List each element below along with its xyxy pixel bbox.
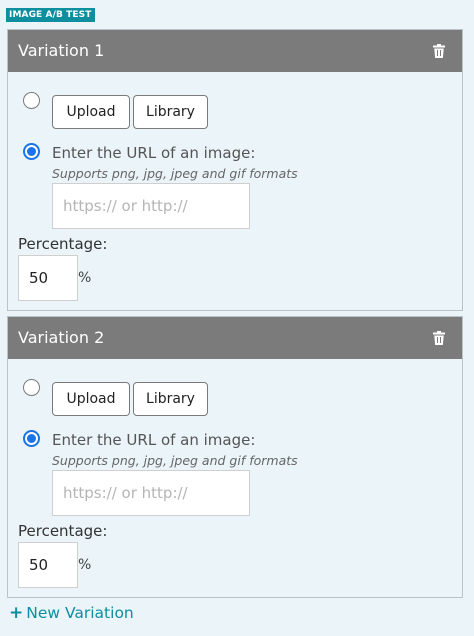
url-format-hint: Supports png, jpg, jpeg and gif formats xyxy=(52,166,298,181)
library-button[interactable]: Library xyxy=(133,95,208,129)
image-url-input[interactable] xyxy=(52,183,250,229)
upload-button[interactable]: Upload xyxy=(52,382,130,416)
percent-sign: % xyxy=(78,557,92,573)
variation-header: Variation 2 xyxy=(8,317,462,359)
radio-url-source[interactable] xyxy=(23,143,40,160)
variation-card-2: Variation 2 Upload Library Enter the URL… xyxy=(7,316,463,598)
library-button[interactable]: Library xyxy=(133,382,208,416)
url-label: Enter the URL of an image: xyxy=(52,431,256,449)
trash-icon[interactable] xyxy=(433,44,445,58)
section-badge: IMAGE A/B TEST xyxy=(6,8,95,22)
percentage-input[interactable] xyxy=(18,255,78,301)
percent-sign: % xyxy=(78,270,92,286)
radio-upload-source[interactable] xyxy=(23,379,40,396)
image-url-input[interactable] xyxy=(52,470,250,516)
plus-icon: + xyxy=(9,603,24,623)
new-variation-link[interactable]: + New Variation xyxy=(9,603,134,623)
variation-card-1: Variation 1 Upload Library Enter the URL… xyxy=(7,29,463,311)
percentage-input[interactable] xyxy=(18,542,78,588)
variation-header: Variation 1 xyxy=(8,30,462,72)
new-variation-label: New Variation xyxy=(26,604,134,622)
url-label: Enter the URL of an image: xyxy=(52,144,256,162)
radio-url-source[interactable] xyxy=(23,430,40,447)
upload-button[interactable]: Upload xyxy=(52,95,130,129)
radio-upload-source[interactable] xyxy=(23,92,40,109)
image-ab-test-panel: IMAGE A/B TEST Variation 1 Upload Librar… xyxy=(0,0,474,636)
variation-title: Variation 1 xyxy=(18,41,105,60)
trash-icon[interactable] xyxy=(433,331,445,345)
variation-title: Variation 2 xyxy=(18,328,105,347)
url-format-hint: Supports png, jpg, jpeg and gif formats xyxy=(52,453,298,468)
percentage-label: Percentage: xyxy=(18,522,108,540)
percentage-label: Percentage: xyxy=(18,235,108,253)
